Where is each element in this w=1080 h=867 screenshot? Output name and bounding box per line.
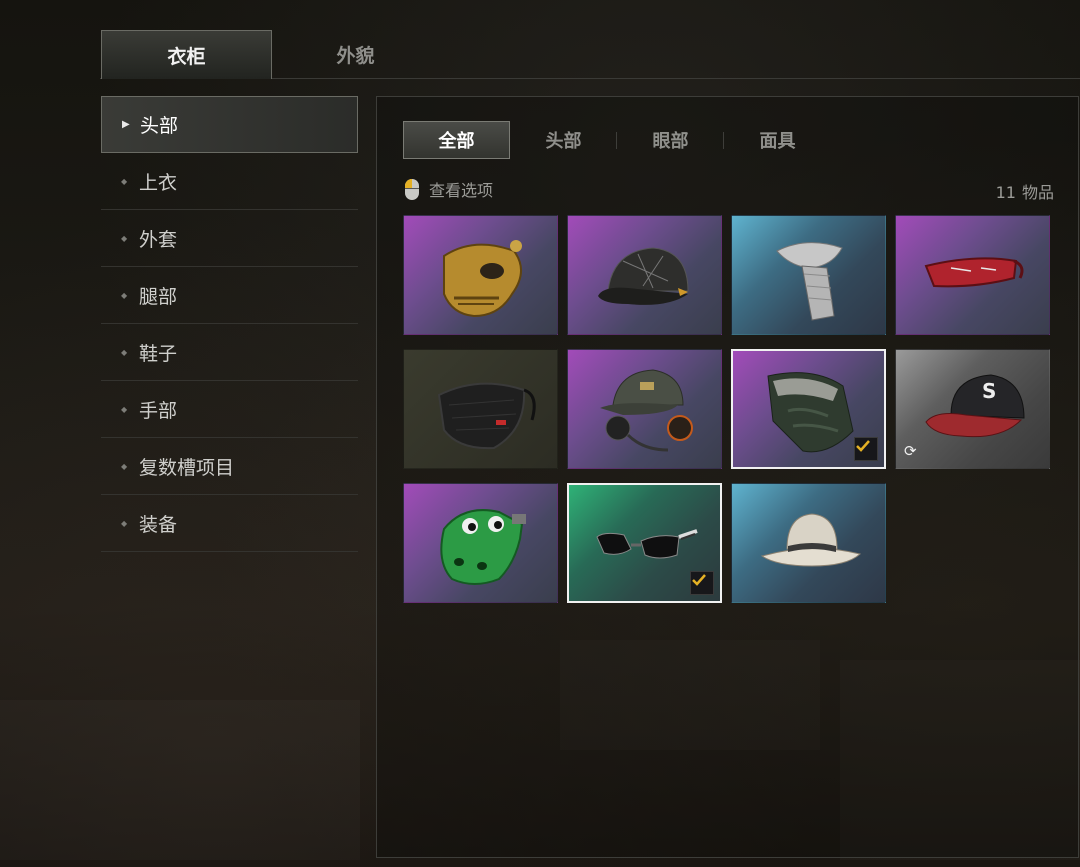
fedora-hat-icon	[760, 513, 862, 567]
tab-appearance-label: 外貌	[336, 44, 375, 67]
cycle-variant-icon: ⟳	[904, 442, 917, 460]
filter-tab-label: 全部	[438, 131, 475, 152]
item-count: 11 物品	[996, 179, 1054, 203]
item-slot[interactable]	[403, 483, 558, 603]
gold-skull-mask-icon	[443, 240, 522, 318]
filter-tab-all[interactable]: 全部	[403, 121, 510, 159]
tab-wardrobe-label: 衣柜	[167, 45, 206, 68]
diamond-bullet-icon: ◆	[121, 233, 128, 243]
sidebar-item-label: 头部	[140, 115, 179, 137]
sidebar-item-legs[interactable]: ◆ 腿部	[101, 267, 358, 324]
sidebar-item-label: 手部	[139, 399, 178, 422]
item-slot-equipped[interactable]	[567, 483, 722, 603]
sidebar-item-label: 上衣	[139, 171, 178, 194]
tab-wardrobe[interactable]: 衣柜	[101, 30, 272, 79]
items-panel: 全部 头部 眼部 面具 查看选项 11 物品 S ⟳	[376, 96, 1079, 858]
filter-tab-label: 头部	[545, 131, 582, 152]
filter-tab-label: 眼部	[652, 131, 689, 152]
diamond-bullet-icon: ◆	[121, 347, 128, 357]
sidebar-item-multi-slot[interactable]: ◆ 复数槽项目	[101, 438, 358, 495]
item-slot[interactable]	[403, 349, 558, 469]
sidebar-item-top[interactable]: ◆ 上衣	[101, 153, 358, 210]
sidebar-item-label: 鞋子	[139, 342, 178, 365]
red-black-cap-icon: S	[925, 374, 1025, 438]
filter-tab-label: 面具	[759, 131, 796, 152]
sidebar-item-head[interactable]: ▶ 头部	[101, 96, 358, 153]
active-arrow-icon: ▶	[122, 119, 130, 130]
sidebar-item-label: 腿部	[139, 285, 178, 308]
sidebar-item-label: 外套	[139, 228, 178, 251]
sidebar-item-gear[interactable]: ◆ 装备	[101, 495, 358, 552]
item-count-number: 11	[995, 183, 1016, 202]
filter-tab-eyes[interactable]: 眼部	[617, 121, 724, 159]
item-slot[interactable]	[895, 215, 1050, 335]
black-cap-icon	[598, 247, 689, 305]
item-slot[interactable]	[731, 483, 886, 603]
black-face-mask-icon	[437, 382, 536, 450]
item-slot[interactable]	[731, 215, 886, 335]
filter-tabs: 全部 头部 眼部 面具	[403, 121, 831, 159]
headset-cap-icon	[600, 369, 693, 452]
item-slot-equipped[interactable]	[731, 349, 886, 469]
green-dino-mask-icon	[440, 509, 526, 585]
item-slot[interactable]: S ⟳	[895, 349, 1050, 469]
sidebar-item-outerwear[interactable]: ◆ 外套	[101, 210, 358, 267]
item-slot[interactable]	[567, 349, 722, 469]
diamond-bullet-icon: ◆	[121, 176, 128, 186]
item-count-unit: 物品	[1021, 183, 1054, 202]
diamond-bullet-icon: ◆	[121, 404, 128, 414]
view-options-label: 查看选项	[429, 181, 494, 200]
tab-appearance[interactable]: 外貌	[271, 30, 440, 78]
item-slot[interactable]	[403, 215, 558, 335]
diamond-bullet-icon: ◆	[121, 461, 128, 471]
equipped-checkmark-icon	[690, 571, 714, 595]
filter-tab-head[interactable]: 头部	[510, 121, 617, 159]
sidebar-item-shoes[interactable]: ◆ 鞋子	[101, 324, 358, 381]
diamond-bullet-icon: ◆	[121, 290, 128, 300]
mouse-left-click-icon	[405, 178, 419, 200]
sidebar-item-label: 装备	[139, 513, 178, 536]
grey-scarf-icon	[776, 242, 843, 321]
background-shape	[0, 700, 360, 860]
red-visor-icon	[924, 257, 1024, 288]
filter-tab-mask[interactable]: 面具	[724, 121, 831, 159]
sidebar-item-hands[interactable]: ◆ 手部	[101, 381, 358, 438]
category-sidebar: ▶ 头部 ◆ 上衣 ◆ 外套 ◆ 腿部 ◆ 鞋子 ◆ 手部 ◆ 复数槽项目 ◆ …	[101, 96, 358, 552]
diamond-bullet-icon: ◆	[121, 518, 128, 528]
view-options[interactable]: 查看选项	[405, 177, 493, 201]
svg-text:S: S	[982, 379, 996, 403]
item-slot[interactable]	[567, 215, 722, 335]
equipped-checkmark-icon	[854, 437, 878, 461]
sidebar-item-label: 复数槽项目	[139, 456, 235, 479]
